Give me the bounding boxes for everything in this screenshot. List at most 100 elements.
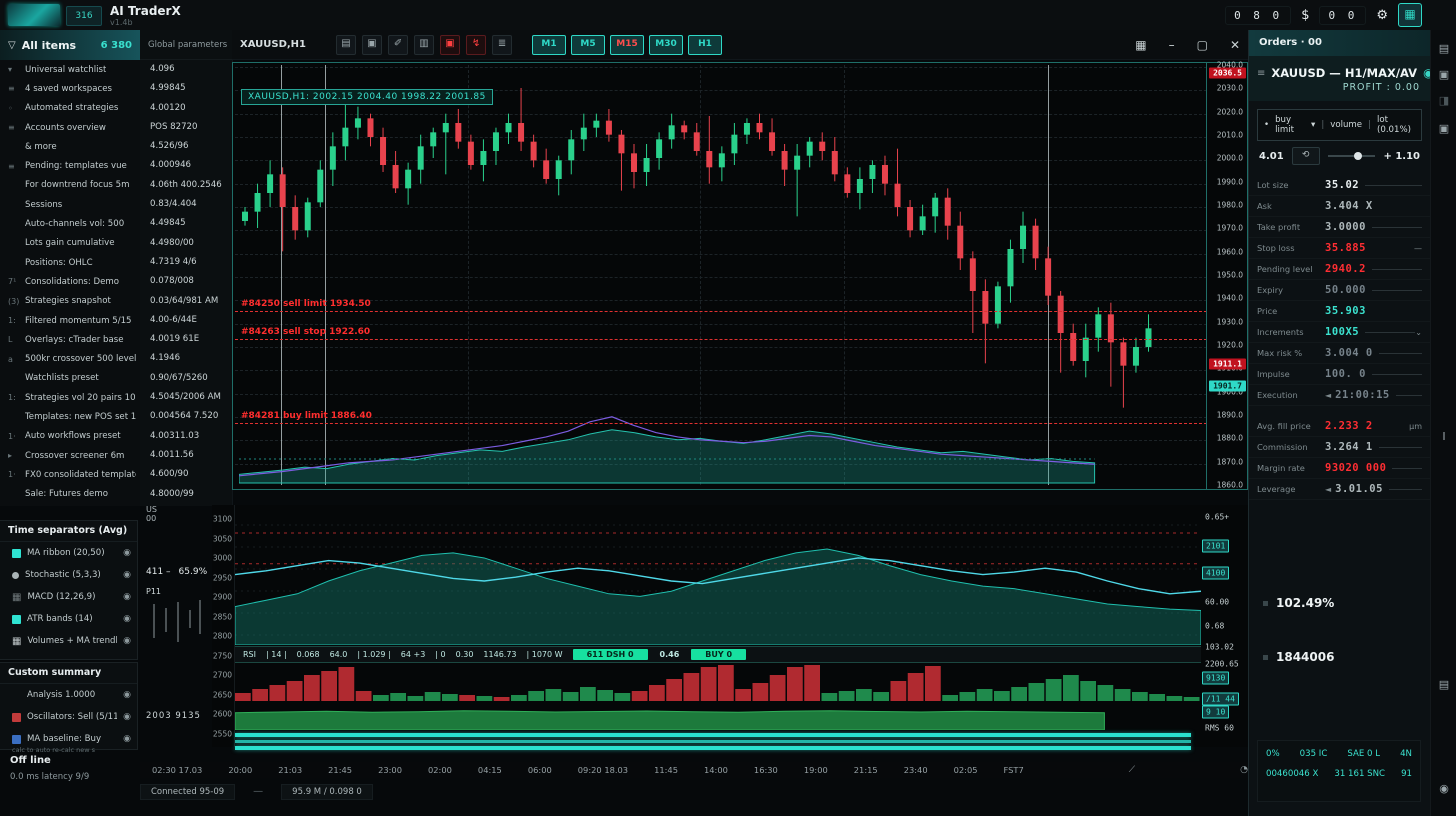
value-cell[interactable]: 0.83/4.404 xyxy=(140,195,232,214)
field-value[interactable]: 21:00:15 xyxy=(1335,389,1390,401)
indicator-list-item[interactable]: Stochastic (5,3,3)◉ xyxy=(0,564,137,586)
value-cell[interactable]: 4.0011.56 xyxy=(140,446,232,465)
field-value[interactable]: 3.0000 xyxy=(1325,221,1366,233)
layers-icon[interactable]: ▤ xyxy=(336,35,356,55)
strip-badge[interactable]: 0.46 xyxy=(658,649,682,660)
sidebar-tree-item[interactable]: Lots gain cumulative xyxy=(0,234,140,253)
order-field-row[interactable]: Price35.903 xyxy=(1249,301,1430,322)
summary-list-item[interactable]: Analysis 1.0000◉ xyxy=(0,684,137,706)
order-field-row[interactable]: Ask3.404 X xyxy=(1249,196,1430,217)
gear-icon[interactable]: ⚙ xyxy=(1376,8,1388,23)
field-value[interactable]: 2940.2 xyxy=(1325,263,1366,275)
chart-bars-icon[interactable]: ▥ xyxy=(414,35,434,55)
order-type-select[interactable]: • buy limit ▾ | volume | lot (0.01%) xyxy=(1257,109,1422,141)
indicator-subwindow[interactable]: 3100305030002950290028502800275027002650… xyxy=(212,505,1248,747)
value-cell[interactable]: 4.096 xyxy=(140,60,232,79)
sidebar-tree-item[interactable]: Auto-channels vol: 500 xyxy=(0,214,140,233)
chart-plot-area[interactable]: #84250 sell limit 1934.50#84263 sell sto… xyxy=(235,65,1207,485)
field-value[interactable]: 100. 0 xyxy=(1325,368,1366,380)
summary-list-item[interactable]: Oscillators: Sell (5/11)◉ xyxy=(0,706,137,728)
close-icon[interactable]: ✕ xyxy=(1230,38,1240,52)
value-cell[interactable]: 4.00-6/44E xyxy=(140,311,232,330)
order-field-row[interactable]: Increments100X5⌄ xyxy=(1249,322,1430,343)
indicator-list-item[interactable]: MA ribbon (20,50)◉ xyxy=(0,542,137,564)
field-value[interactable]: 50.000 xyxy=(1325,284,1366,296)
pencil-icon[interactable]: ⟋ xyxy=(1129,765,1135,775)
timeframe-button-m1[interactable]: M1 xyxy=(532,35,566,55)
field-value[interactable]: 3.264 1 xyxy=(1325,441,1373,453)
sidebar-tree-item[interactable]: Sessions xyxy=(0,195,140,214)
order-symbol[interactable]: XAUUSD — H1/MAX/AV xyxy=(1271,66,1417,80)
value-cell[interactable]: 4.99845 xyxy=(140,79,232,98)
slider-knob[interactable] xyxy=(1354,152,1362,160)
cursor-icon[interactable]: I xyxy=(1442,430,1445,443)
sidebar-tree-item[interactable]: Sale: Futures demo xyxy=(0,485,140,504)
time-axis[interactable]: 02:30 17.0320:0021:0321:4523:0002:0004:1… xyxy=(140,762,1248,778)
sidebar-tree-item[interactable]: & more xyxy=(0,137,140,156)
notification-counters[interactable]: 0 8 0 xyxy=(1225,6,1291,25)
order-field-row[interactable]: Impulse100. 0 xyxy=(1249,364,1430,385)
sidebar-tree-item[interactable]: (3)Strategies snapshot xyxy=(0,292,140,311)
sidebar-tree-item[interactable]: a500kr crossover 500 levels xyxy=(0,349,140,368)
strip-badge[interactable]: BUY 0 xyxy=(691,649,746,660)
eye-icon[interactable]: ◉ xyxy=(123,690,131,700)
value-cell[interactable]: 4.600/90 xyxy=(140,465,232,484)
alert-counters[interactable]: 0 0 xyxy=(1319,6,1366,25)
value-cell[interactable]: 4.1946 xyxy=(140,349,232,368)
field-value[interactable]: 3.01.05 xyxy=(1335,483,1383,495)
panel-dim-icon[interactable]: ◨ xyxy=(1439,94,1449,107)
pending-order-line[interactable]: #84281 buy limit 1886.40 xyxy=(235,423,1207,424)
eye-icon[interactable]: ◉ xyxy=(123,712,131,722)
eye-icon[interactable]: ◉ xyxy=(123,614,131,624)
value-cell[interactable]: 0.078/008 xyxy=(140,272,232,291)
order-field-row[interactable]: Max risk %3.004 0 xyxy=(1249,343,1430,364)
sidebar-tree-item[interactable]: ▾Universal watchlist xyxy=(0,60,140,79)
layout-grid-button[interactable]: ▦ xyxy=(1398,3,1422,27)
value-cell[interactable]: 4.49845 xyxy=(140,214,232,233)
field-value[interactable]: 3.404 X xyxy=(1325,200,1373,212)
value-cell[interactable]: 4.00311.03 xyxy=(140,427,232,446)
order-field-row[interactable]: Stop loss35.885— xyxy=(1249,238,1430,259)
sidebar-tree-item[interactable]: 7¹Consolidations: Demo xyxy=(0,272,140,291)
sidebar-header[interactable]: ▽ All items 6 380 xyxy=(0,30,140,60)
sidebar-tree-item[interactable]: Templates: new POS set 1 D xyxy=(0,407,140,426)
value-cell[interactable]: 4.7319 4/6 xyxy=(140,253,232,272)
field-value[interactable]: 93020 000 xyxy=(1325,462,1386,474)
sidebar-tree-item[interactable]: LOverlays: cTrader base xyxy=(0,330,140,349)
minimize-icon[interactable]: – xyxy=(1169,38,1175,52)
sidebar-tree-item[interactable]: 1:Filtered momentum 5/15 xyxy=(0,311,140,330)
order-field-row[interactable]: Take profit3.0000 xyxy=(1249,217,1430,238)
window-icon[interactable]: ▣ xyxy=(1439,122,1449,135)
value-cell[interactable]: 4.526/96 xyxy=(140,137,232,156)
value-cell[interactable]: 4.00120 xyxy=(140,99,232,118)
strip-badge[interactable]: 611 DSH 0 xyxy=(573,649,648,660)
volume-slider[interactable] xyxy=(1328,155,1376,157)
indicator-list-item[interactable]: ▦Volumes + MA trendline◉ xyxy=(0,630,137,652)
field-value[interactable]: 3.004 0 xyxy=(1325,347,1373,359)
sidebar-tree-item[interactable]: For downtrend focus 5m xyxy=(0,176,140,195)
value-cell[interactable]: 4.0019 61E xyxy=(140,330,232,349)
clock-icon[interactable]: ◔ xyxy=(1240,765,1248,775)
panel-icon[interactable]: ▣ xyxy=(362,35,382,55)
alert-red-icon[interactable]: ▣ xyxy=(440,35,460,55)
sidebar-tree-item[interactable]: ▸Crossover screener 6m xyxy=(0,446,140,465)
timeframe-button-m5[interactable]: M5 xyxy=(571,35,605,55)
value-cell[interactable]: 4.4980/00 xyxy=(140,234,232,253)
order-field-row[interactable]: Pending level2940.2 xyxy=(1249,259,1430,280)
field-value[interactable]: 2.233 2 xyxy=(1325,420,1373,432)
restore-icon[interactable]: ▢ xyxy=(1197,38,1208,52)
indicator-list-item[interactable]: ATR bands (14)◉ xyxy=(0,608,137,630)
pending-order-line[interactable]: #84263 sell stop 1922.60 xyxy=(235,339,1207,340)
menu-icon[interactable]: ≡ xyxy=(1257,68,1265,79)
order-field-row[interactable]: Avg. fill price2.233 2µm xyxy=(1249,416,1430,437)
value-cell[interactable]: 4.5045/2006 AM xyxy=(140,388,232,407)
reset-button[interactable]: ⟲ xyxy=(1292,147,1320,165)
timeframe-button-m15[interactable]: M15 xyxy=(610,35,644,55)
order-field-row[interactable]: Expiry50.000 xyxy=(1249,280,1430,301)
sidebar-tree-item[interactable]: ≡4 saved workspaces xyxy=(0,79,140,98)
main-chart[interactable]: #84250 sell limit 1934.50#84263 sell sto… xyxy=(232,62,1248,490)
cursor-icon[interactable]: ✐ xyxy=(388,35,408,55)
layers-icon[interactable]: ▣ xyxy=(1439,68,1449,81)
order-field-row[interactable]: Margin rate93020 000 xyxy=(1249,458,1430,479)
currency-icon[interactable]: $ xyxy=(1301,8,1309,23)
